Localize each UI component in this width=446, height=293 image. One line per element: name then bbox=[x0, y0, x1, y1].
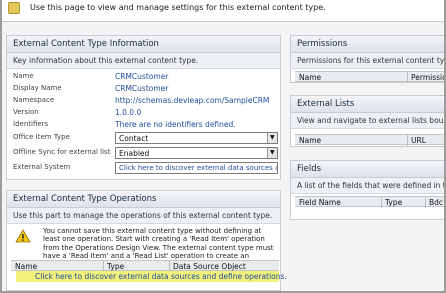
fields-panel-description: A list of the fields that were defined i… bbox=[291, 178, 444, 194]
operations-panel-title: External Content Type Operations bbox=[7, 191, 280, 208]
col-name[interactable]: Name bbox=[299, 136, 321, 145]
office-item-type-select[interactable]: Contact ▼ bbox=[115, 132, 278, 144]
field-namespace-row: Namespace http://schemas.devleap.com/Sam… bbox=[7, 96, 282, 107]
col-data-source-object[interactable]: Data Source Object bbox=[173, 262, 246, 271]
field-name-value[interactable]: CRMCustomer bbox=[115, 72, 168, 81]
field-version-value[interactable]: 1.0.0.0 bbox=[115, 108, 141, 117]
field-display-name-value[interactable]: CRMCustomer bbox=[115, 84, 168, 93]
field-identifiers-row: Identifiers There are no identifiers def… bbox=[7, 120, 282, 131]
col-type[interactable]: Type bbox=[107, 262, 124, 271]
permissions-panel-title: Permissions bbox=[291, 36, 444, 53]
field-display-name-row: Display Name CRMCustomer bbox=[7, 84, 282, 95]
top-banner-text: Use this page to view and manage setting… bbox=[30, 3, 326, 12]
field-offline-sync-row: Offline Sync for external list Enabled ▼ bbox=[7, 147, 282, 161]
field-identifiers-value: There are no identifiers defined. bbox=[115, 120, 236, 129]
external-lists-panel-title: External Lists bbox=[291, 96, 444, 113]
warning-icon bbox=[15, 229, 31, 243]
field-external-system-label: External System bbox=[13, 163, 71, 171]
col-bdc[interactable]: Bdc bbox=[429, 198, 443, 207]
operations-table-header: Name Type Data Source Object bbox=[11, 260, 279, 272]
col-name[interactable]: Name bbox=[15, 262, 37, 271]
col-permission[interactable]: Permissio bbox=[411, 73, 444, 82]
fields-panel: Fields A list of the fields that were de… bbox=[290, 160, 444, 220]
field-offline-sync-label: Offline Sync for external list bbox=[13, 148, 111, 156]
chevron-down-icon[interactable]: ▼ bbox=[267, 148, 277, 158]
info-panel-description: Key information about this external cont… bbox=[7, 53, 280, 69]
col-type[interactable]: Type bbox=[385, 198, 402, 207]
offline-sync-select[interactable]: Enabled ▼ bbox=[115, 147, 278, 159]
top-banner: Use this page to view and manage setting… bbox=[2, 0, 444, 22]
info-panel-title: External Content Type Information bbox=[7, 36, 280, 53]
offline-sync-value: Enabled bbox=[119, 149, 150, 158]
fields-table-header: Field Name Type Bdc bbox=[295, 196, 444, 208]
operations-panel-description: Use this part to manage the operations o… bbox=[7, 208, 280, 224]
field-name-label: Name bbox=[13, 72, 34, 80]
col-field-name[interactable]: Field Name bbox=[299, 198, 341, 207]
office-item-type-value: Contact bbox=[119, 134, 149, 143]
permissions-panel: Permissions Permissions for this externa… bbox=[290, 35, 444, 83]
permissions-table-header: Name Permissio bbox=[295, 71, 444, 83]
col-url[interactable]: URL bbox=[411, 136, 426, 145]
operations-panel: External Content Type Operations Use thi… bbox=[6, 190, 287, 291]
content-page: Use this page to view and manage setting… bbox=[2, 0, 444, 291]
field-name-row: Name CRMCustomer bbox=[7, 72, 282, 83]
external-lists-table-header: Name URL bbox=[295, 134, 444, 146]
field-display-name-label: Display Name bbox=[13, 84, 62, 92]
discover-data-sources-link[interactable]: Click here to discover external data sou… bbox=[16, 271, 287, 282]
field-namespace-label: Namespace bbox=[13, 96, 55, 104]
info-panel: External Content Type Information Key in… bbox=[6, 35, 281, 180]
external-lists-panel: External Lists View and navigate to exte… bbox=[290, 95, 444, 147]
field-office-item-type-label: Office Item Type bbox=[13, 133, 70, 141]
field-version-label: Version bbox=[13, 108, 39, 116]
chevron-down-icon[interactable]: ▼ bbox=[267, 133, 277, 143]
field-namespace-value[interactable]: http://schemas.devleap.com/SampleCRM bbox=[115, 96, 269, 105]
info-icon bbox=[8, 2, 20, 14]
fields-panel-title: Fields bbox=[291, 161, 444, 178]
col-name[interactable]: Name bbox=[299, 73, 321, 82]
external-lists-panel-description: View and navigate to external lists boun… bbox=[291, 113, 444, 129]
permissions-panel-description: Permissions for this external content ty… bbox=[291, 53, 444, 69]
field-identifiers-label: Identifiers bbox=[13, 120, 49, 128]
field-office-item-type-row: Office Item Type Contact ▼ bbox=[7, 132, 282, 146]
external-system-link[interactable]: Click here to discover external data sou… bbox=[115, 162, 278, 174]
field-external-system-row: External System Click here to discover e… bbox=[7, 162, 282, 176]
field-version-row: Version 1.0.0.0 bbox=[7, 108, 282, 119]
